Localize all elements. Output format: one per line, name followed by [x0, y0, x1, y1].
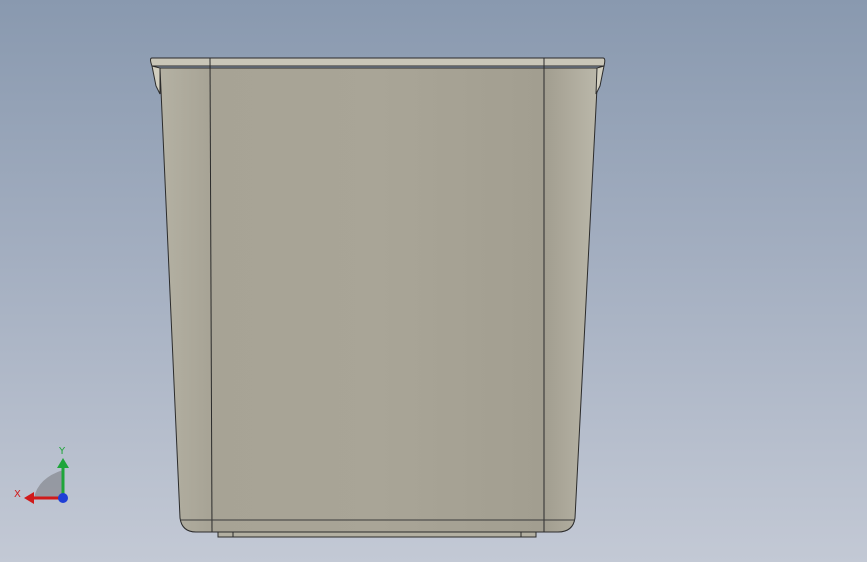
- bucket-body[interactable]: [159, 67, 599, 533]
- x-axis-arrow-icon: [24, 492, 34, 504]
- z-axis-dot-icon: [58, 493, 68, 503]
- rim-tab-left: [151, 65, 161, 95]
- orientation-triad: Y X: [14, 446, 69, 504]
- rim-tab-right: [595, 65, 605, 95]
- x-axis-label: X: [14, 489, 21, 500]
- bucket-rim[interactable]: [150, 57, 606, 67]
- model-view[interactable]: [0, 0, 867, 562]
- y-axis-arrow-icon: [57, 458, 69, 468]
- 3d-viewport[interactable]: Y X: [0, 0, 867, 562]
- y-axis-label: Y: [58, 446, 66, 457]
- triad-xy-plane: [34, 470, 63, 498]
- bucket-foot[interactable]: [217, 531, 537, 538]
